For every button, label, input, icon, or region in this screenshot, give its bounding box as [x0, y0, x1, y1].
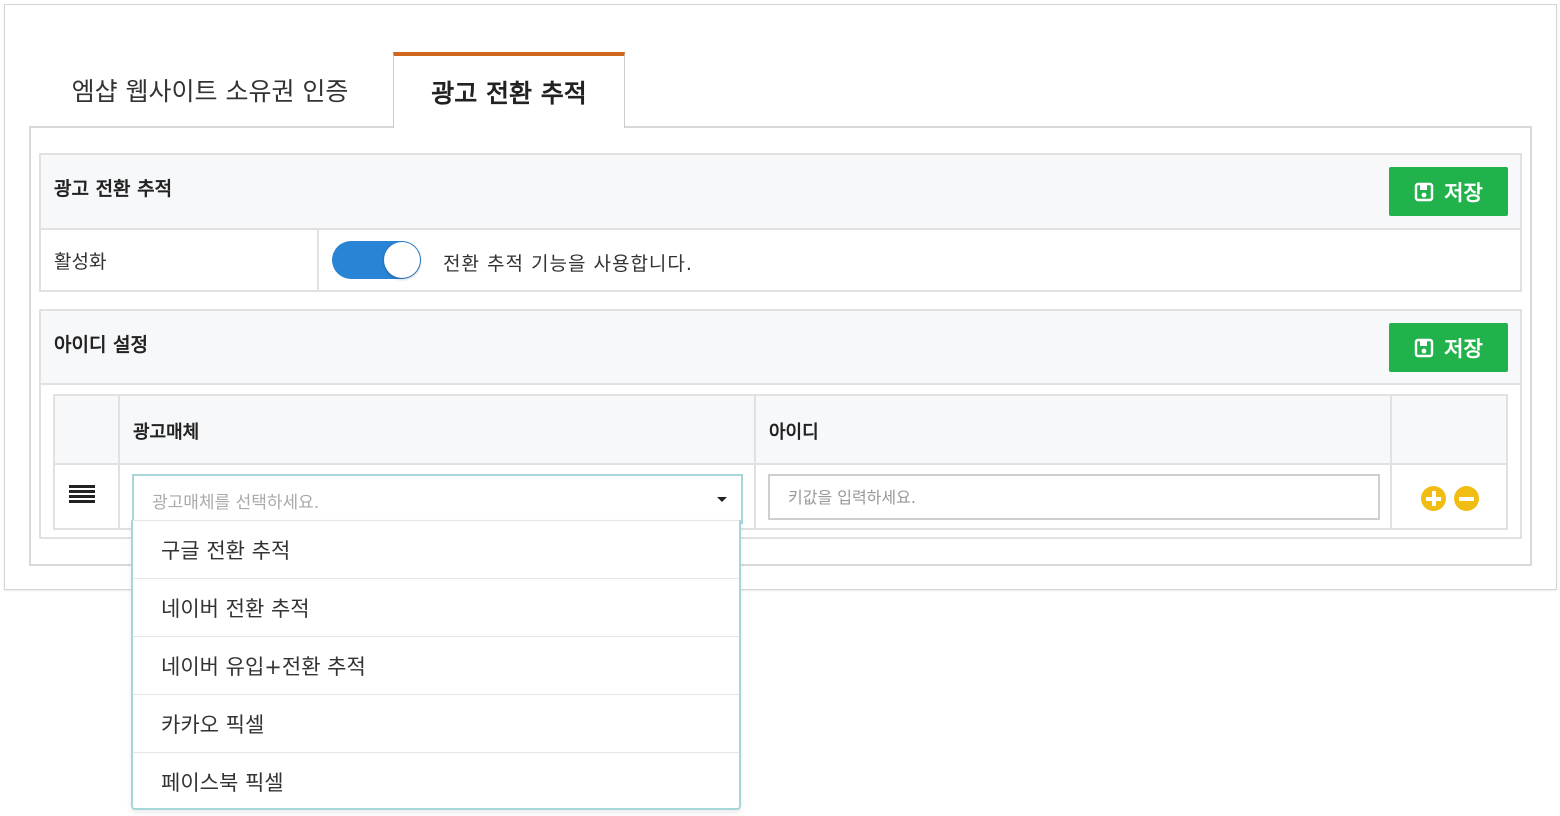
column-divider: [754, 396, 756, 528]
activation-toggle[interactable]: [332, 241, 421, 279]
tab-label: 광고 전환 추적: [431, 79, 587, 108]
floppy-disk-icon: [1414, 338, 1434, 357]
section-title: 광고 전환 추적: [54, 178, 173, 200]
tab-label: 엠샵 웹사이트 소유권 인증: [71, 77, 349, 106]
section-header: 광고 전환 추적 저장: [41, 155, 1520, 230]
add-row-button[interactable]: [1421, 486, 1446, 511]
dropdown-option[interactable]: 페이스북 픽셀: [133, 752, 739, 810]
save-button[interactable]: 저장: [1389, 323, 1508, 372]
column-divider: [118, 396, 120, 528]
dropdown-option[interactable]: 네이버 전환 추적: [133, 578, 739, 636]
floppy-disk-icon: [1414, 182, 1434, 201]
activation-label: 활성화: [41, 230, 319, 290]
save-button[interactable]: 저장: [1389, 167, 1508, 216]
dropdown-option[interactable]: 네이버 유입+전환 추적: [133, 636, 739, 694]
column-divider: [1390, 396, 1392, 528]
id-input[interactable]: [768, 474, 1380, 520]
drag-handle-icon[interactable]: [69, 485, 95, 503]
remove-row-button[interactable]: [1454, 486, 1479, 511]
id-table: 광고매체 아이디 광고매체를 선택하세요.: [53, 394, 1508, 530]
media-select-placeholder: 광고매체를 선택하세요.: [152, 492, 320, 513]
tracking-section: 광고 전환 추적 저장 활성화 전환 추적 기능을 사용합니다.: [39, 153, 1522, 292]
media-dropdown-list: 구글 전환 추적 네이버 전환 추적 네이버 유입+전환 추적 카카오 픽셀 페…: [131, 520, 741, 810]
save-button-label: 저장: [1444, 336, 1483, 361]
media-select[interactable]: 광고매체를 선택하세요.: [132, 474, 743, 524]
column-header-id: 아이디: [769, 422, 819, 443]
toggle-knob: [384, 242, 420, 278]
dropdown-option[interactable]: 구글 전환 추적: [133, 520, 739, 578]
section-header: 아이디 설정 저장: [41, 311, 1520, 385]
tab-conversion-tracking[interactable]: 광고 전환 추적: [393, 52, 625, 128]
dropdown-option[interactable]: 카카오 픽셀: [133, 694, 739, 752]
column-header-media: 광고매체: [133, 422, 200, 443]
tab-site-ownership[interactable]: 엠샵 웹사이트 소유권 인증: [30, 52, 390, 128]
activation-description: 전환 추적 기능을 사용합니다.: [443, 253, 693, 275]
section-title: 아이디 설정: [54, 334, 149, 356]
save-button-label: 저장: [1444, 180, 1483, 205]
id-settings-section: 아이디 설정 저장 광고매체 아이디 광고매체를 선택하세요.: [39, 309, 1522, 539]
caret-down-icon: [717, 497, 727, 502]
